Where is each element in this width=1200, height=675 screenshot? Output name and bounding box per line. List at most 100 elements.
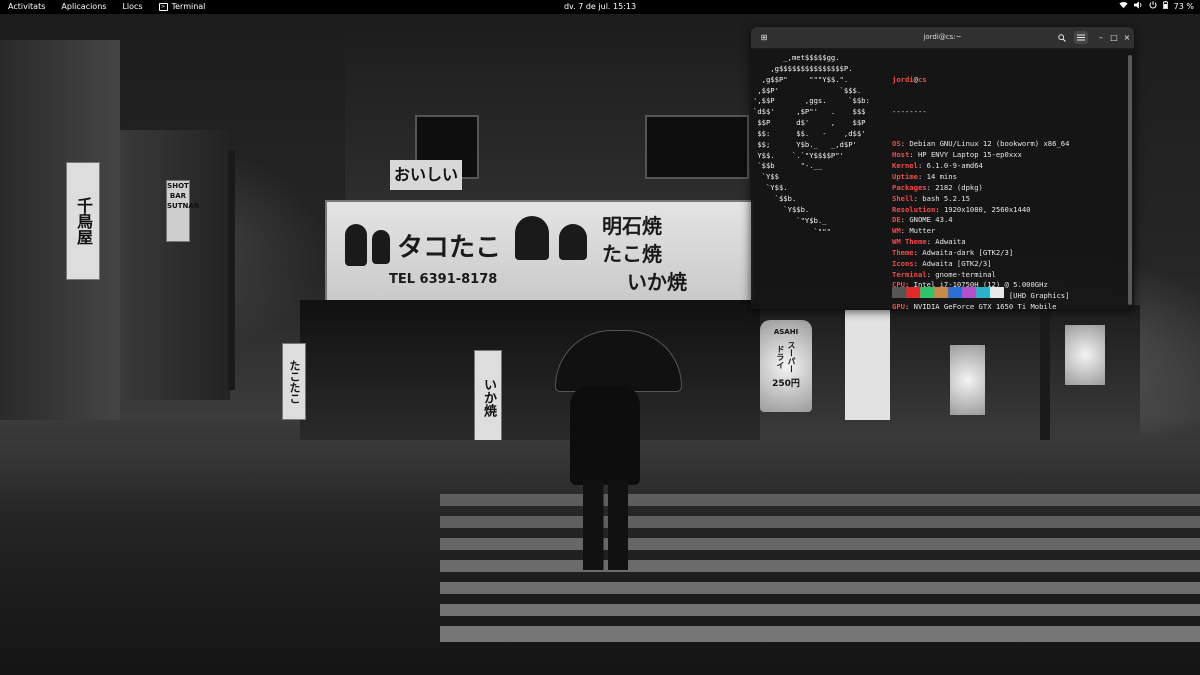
info-row: Kernel: 6.1.0-9-amd64	[892, 161, 983, 171]
ascii-logo-line: `$$b.	[753, 193, 797, 203]
color-swatch	[976, 287, 990, 298]
ascii-logo-line: _,met$$$$$gg.	[753, 53, 840, 62]
wallpaper-sign-ikayaki: いか焼	[474, 350, 502, 444]
app-menu-terminal[interactable]: > Terminal	[151, 0, 214, 14]
info-value: Adwaita	[935, 237, 966, 247]
info-key: WM Theme	[892, 237, 927, 247]
ascii-logo-line: $$; Y$b._ _,d$P'	[753, 139, 857, 149]
close-button[interactable]: ×	[1120, 31, 1134, 44]
info-value: Debian GNU/Linux 12 (bookworm) x86_64	[909, 139, 1070, 149]
wallpaper-building-center: おいしい	[345, 15, 750, 205]
ascii-logo-line: $$: $$. - ,d$$'	[753, 128, 866, 138]
info-row: Shell: bash 5.2.15	[892, 193, 970, 203]
wallpaper-menu-board	[950, 345, 985, 415]
terminal-icon: >	[158, 3, 168, 11]
ascii-logo-line: ,$$P' `$$$.	[753, 85, 862, 95]
ascii-logo-line: `d$$' ,$P"' . $$$	[753, 107, 866, 117]
wallpaper-sign-board: タコたこ TEL 6391-8178 明石焼 たこ焼 いか焼	[325, 200, 754, 304]
info-key: Theme	[892, 247, 914, 257]
info-value: Adwaita-dark [GTK2/3]	[922, 247, 1014, 257]
info-row: Resolution: 1920x1080, 2560x1440	[892, 204, 1031, 214]
wallpaper-banner	[845, 310, 890, 420]
battery-percentage: 73 %	[1173, 2, 1194, 11]
info-row: Uptime: 14 mins	[892, 172, 957, 181]
color-swatch	[962, 287, 976, 298]
info-value: 1920x1080, 2560x1440	[943, 204, 1031, 214]
separator-line: --------	[892, 107, 927, 117]
minimize-button[interactable]: –	[1094, 31, 1108, 44]
color-swatch	[920, 287, 934, 298]
color-swatch	[948, 287, 962, 298]
user-host-line: jordi@cs	[892, 74, 927, 84]
ascii-logo-line: `"""	[753, 226, 831, 236]
wallpaper-shop-front	[300, 300, 760, 440]
info-row: WM Theme: Adwaita	[892, 237, 966, 247]
info-key: Shell	[892, 193, 914, 203]
search-icon	[1058, 33, 1066, 42]
info-key: Packages	[892, 182, 927, 192]
ascii-logo-line: ,g$$$$$$$$$$$$$$$P.	[753, 63, 853, 73]
ascii-logo-line: `Y$$	[753, 172, 779, 182]
wallpaper-menu-board-2	[1065, 325, 1105, 385]
terminal-titlebar[interactable]: ⊞ jordi@cs:~ – □ ×	[751, 27, 1134, 49]
wallpaper-sign-chidoriya: 千鳥屋	[66, 162, 100, 280]
terminal-scrollbar[interactable]	[1128, 55, 1132, 305]
wallpaper-building-left-2	[120, 130, 230, 400]
ascii-logo-line: `$$b "-.__	[753, 161, 823, 171]
wallpaper-pole	[228, 150, 235, 390]
info-row: Packages: 2182 (dpkg)	[892, 182, 983, 192]
info-row: GPU: NVIDIA GeForce GTX 1650 Ti Mobile	[892, 302, 1069, 309]
info-key: Host	[892, 150, 910, 160]
status-area[interactable]: 73 %	[1119, 0, 1194, 14]
wallpaper-person-legs	[583, 480, 628, 570]
info-row: OS: Debian GNU/Linux 12 (bookworm) x86_6…	[892, 139, 1070, 149]
info-key: Uptime	[892, 172, 918, 181]
places-menu[interactable]: Llocs	[114, 0, 150, 14]
power-icon	[1149, 0, 1157, 14]
ascii-logo-line: ',$$P ,ggs. `$$b:	[753, 96, 870, 106]
info-value: gnome-terminal	[935, 269, 996, 279]
menu-button[interactable]	[1074, 31, 1088, 44]
desktop[interactable]: 千鳥屋 SHOT BAR SUTNAR おいしい タコたこ TEL 6391-81…	[0, 0, 1200, 675]
activities-button[interactable]: Activitats	[0, 0, 53, 14]
info-key: Terminal	[892, 269, 927, 279]
terminal-output[interactable]: _,met$$$$$gg. ,g$$$$$$$$$$$$$$$P. ,g$$P"…	[751, 49, 1134, 309]
clock[interactable]: dv. 7 de jul. 15:13	[556, 0, 644, 14]
debian-ascii-logo: _,met$$$$$gg. ,g$$$$$$$$$$$$$$$P. ,g$$P"…	[753, 53, 870, 237]
info-row: Icons: Adwaita [GTK2/3]	[892, 258, 992, 268]
maximize-button[interactable]: □	[1107, 31, 1121, 44]
ascii-logo-line: `"Y$b._	[753, 215, 827, 225]
color-palette	[892, 287, 1004, 298]
battery-icon	[1162, 0, 1168, 14]
info-value: bash 5.2.15	[922, 193, 970, 203]
app-menu-label: Terminal	[171, 2, 206, 11]
info-key: Resolution	[892, 204, 936, 214]
info-row: WM: Mutter	[892, 226, 936, 236]
color-swatch	[934, 287, 948, 298]
ascii-logo-line: $$P d$' , $$P	[753, 118, 866, 128]
info-value: 2182 (dpkg)	[935, 182, 983, 192]
info-row: DE: GNOME 43.4	[892, 215, 953, 225]
search-button[interactable]	[1055, 31, 1069, 44]
info-key: Kernel	[892, 161, 918, 171]
wallpaper-sign-takotako: たこたこ	[282, 343, 306, 420]
info-key: DE	[892, 215, 901, 225]
wallpaper-sign-asahi: ASAHI スーパードライ 250円	[760, 320, 812, 412]
info-row: Theme: Adwaita-dark [GTK2/3]	[892, 247, 1014, 257]
color-swatch	[906, 287, 920, 298]
applications-menu[interactable]: Aplicacions	[53, 0, 114, 14]
wallpaper-sign-oishii: おいしい	[390, 160, 462, 190]
info-value: GNOME 43.4	[909, 215, 953, 225]
info-value: Mutter	[909, 226, 936, 236]
volume-icon	[1133, 0, 1143, 14]
ascii-logo-line: ,g$$P" """Y$$.".	[753, 74, 849, 84]
info-key: Icons	[892, 258, 914, 268]
color-swatch	[892, 287, 906, 298]
neofetch-info: jordi@cs -------- OS: Debian GNU/Linux 1…	[892, 53, 1069, 309]
wifi-icon	[1119, 0, 1128, 14]
info-key: WM	[892, 226, 901, 236]
terminal-window[interactable]: ⊞ jordi@cs:~ – □ × _,met$$$$$gg. ,g$$$$$…	[751, 27, 1134, 309]
info-key: GPU	[892, 302, 905, 309]
info-value: NVIDIA GeForce GTX 1650 Ti Mobile	[913, 302, 1057, 309]
info-value: Adwaita [GTK2/3]	[922, 258, 992, 268]
